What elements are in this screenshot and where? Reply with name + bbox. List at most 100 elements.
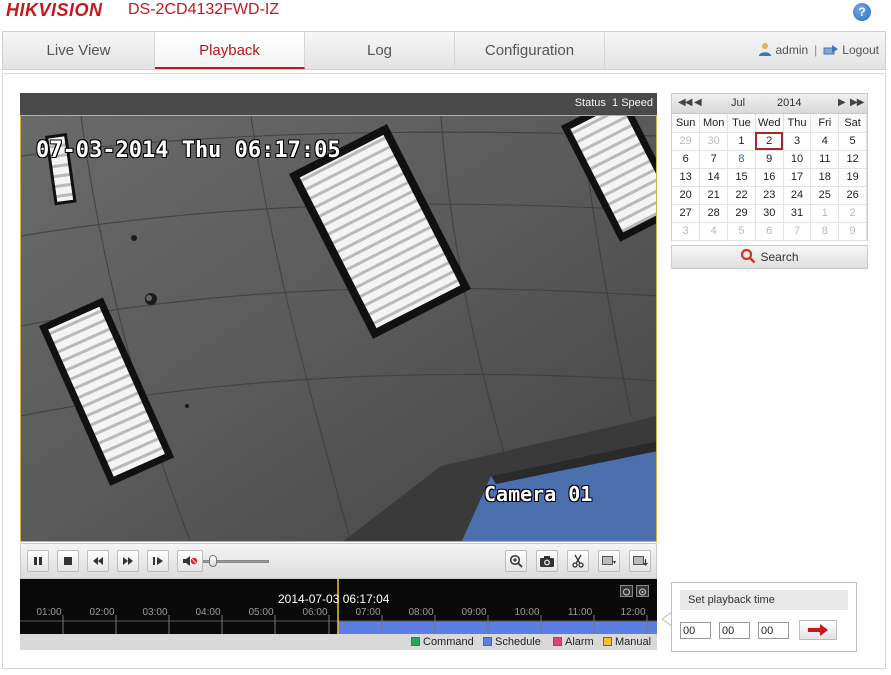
- calendar-day[interactable]: 3: [783, 132, 812, 151]
- calendar-weekdays: Sun Mon Tue Wed Thu Fri Sat: [672, 114, 867, 133]
- calendar-day[interactable]: 4: [810, 132, 840, 151]
- calendar-day[interactable]: 8: [727, 150, 756, 169]
- zoom-in-icon: [509, 554, 523, 568]
- timeline-current-time: 2014-07-03 06:17:04: [278, 592, 390, 606]
- calendar-day[interactable]: 5: [727, 222, 756, 241]
- calendar-day[interactable]: 14: [699, 168, 729, 187]
- calendar-day[interactable]: 29: [672, 132, 701, 151]
- legend-manual-label: Manual: [615, 636, 652, 648]
- calendar-day[interactable]: 2: [755, 132, 784, 151]
- capture-button[interactable]: [536, 550, 558, 572]
- calendar-day[interactable]: 30: [699, 132, 729, 151]
- calendar-day[interactable]: 2: [838, 204, 867, 223]
- calendar-day[interactable]: 23: [755, 186, 784, 205]
- calendar-day[interactable]: 13: [672, 168, 701, 187]
- logout-icon[interactable]: [823, 42, 839, 56]
- prev-month-button[interactable]: ◀: [694, 97, 702, 108]
- set-playback-time-panel: Set playback time: [671, 582, 857, 652]
- calendar-day[interactable]: 29: [727, 204, 756, 223]
- calendar-day[interactable]: 21: [699, 186, 729, 205]
- clip-button[interactable]: [567, 550, 589, 572]
- search-button[interactable]: Search: [671, 245, 868, 269]
- second-input[interactable]: [758, 622, 789, 639]
- calendar-day[interactable]: 9: [755, 150, 784, 169]
- tab-playback[interactable]: Playback: [155, 32, 305, 69]
- calendar-day[interactable]: 24: [783, 186, 812, 205]
- help-icon[interactable]: ?: [853, 3, 871, 21]
- calendar-day[interactable]: 20: [672, 186, 701, 205]
- calendar-grid: Sun Mon Tue Wed Thu Fri Sat 29 30 1 2 3 4 5 6 7 8 9 10 11 1…: [672, 114, 867, 241]
- speed-up-button[interactable]: [117, 550, 139, 572]
- calendar-week: 6 7 8 9 10 11 12: [672, 150, 867, 169]
- calendar-day[interactable]: 27: [672, 204, 701, 223]
- schedule-record-segment: [338, 621, 657, 634]
- calendar-day[interactable]: 17: [783, 168, 812, 187]
- legend-schedule-swatch: [483, 637, 492, 646]
- stop-button[interactable]: [57, 550, 79, 572]
- app-root: HIKVISION DS-2CD4132FWD-IZ ? Live View P…: [0, 0, 891, 675]
- calendar-day[interactable]: 4: [699, 222, 729, 241]
- timeline-hour-label: 02:00: [89, 607, 115, 618]
- slow-down-button[interactable]: [87, 550, 109, 572]
- timeline-zoom-out-button[interactable]: [620, 585, 633, 597]
- calendar-weekday: Sun: [672, 114, 701, 133]
- video-player[interactable]: [20, 115, 657, 542]
- calendar-day[interactable]: 28: [699, 204, 729, 223]
- calendar-day[interactable]: 1: [810, 204, 840, 223]
- username[interactable]: admin: [775, 43, 808, 57]
- timeline-bar[interactable]: 01:00 02:00 03:00 04:00 05:00 06:00 07:00 08:00…: [20, 579, 657, 634]
- go-to-time-button[interactable]: [799, 620, 837, 640]
- calendar-weekday: Fri: [810, 114, 840, 133]
- calendar-day[interactable]: 7: [783, 222, 812, 241]
- search-label: Search: [760, 250, 799, 264]
- calendar-day[interactable]: 26: [838, 186, 867, 205]
- volume-slider-handle[interactable]: [209, 555, 217, 567]
- calendar-day[interactable]: 3: [672, 222, 701, 241]
- logout-link[interactable]: Logout: [842, 43, 879, 57]
- calendar-day[interactable]: 22: [727, 186, 756, 205]
- calendar-day[interactable]: 18: [810, 168, 840, 187]
- pause-icon: [34, 557, 42, 565]
- timeline-zoom-in-button[interactable]: [636, 585, 649, 597]
- minute-input[interactable]: [719, 622, 750, 639]
- calendar-day[interactable]: 8: [810, 222, 840, 241]
- calendar-day[interactable]: 10: [783, 150, 812, 169]
- tab-live-view[interactable]: Live View: [3, 32, 155, 69]
- digital-zoom-button[interactable]: [505, 550, 527, 572]
- timeline-hour-label: 05:00: [248, 607, 274, 618]
- calendar-day[interactable]: 6: [755, 222, 784, 241]
- calendar-day[interactable]: 12: [838, 150, 867, 169]
- calendar-week: 29 30 1 2 3 4 5: [672, 132, 867, 151]
- hour-input[interactable]: [680, 622, 711, 639]
- calendar-day[interactable]: 31: [783, 204, 812, 223]
- next-year-button[interactable]: ▶▶: [850, 97, 864, 108]
- next-month-button[interactable]: ▶: [838, 97, 846, 108]
- tab-log[interactable]: Log: [305, 32, 455, 69]
- calendar-day[interactable]: 19: [838, 168, 867, 187]
- mute-button[interactable]: [177, 550, 203, 572]
- calendar-day[interactable]: 25: [810, 186, 840, 205]
- calendar-day[interactable]: 16: [755, 168, 784, 187]
- download-button[interactable]: [598, 550, 620, 572]
- calendar-day[interactable]: 15: [727, 168, 756, 187]
- download-by-time-button[interactable]: [629, 550, 651, 572]
- pause-button[interactable]: [27, 550, 49, 572]
- prev-year-button[interactable]: ◀◀: [678, 97, 692, 108]
- calendar-day[interactable]: 5: [838, 132, 867, 151]
- legend-schedule-label: Schedule: [495, 636, 541, 648]
- timeline-hour-label: 08:00: [408, 607, 434, 618]
- timeline-record-segments: [338, 621, 657, 634]
- calendar-day[interactable]: 9: [838, 222, 867, 241]
- timeline-hour-label: 03:00: [142, 607, 168, 618]
- calendar-day[interactable]: 7: [699, 150, 729, 169]
- calendar-week: 20 21 22 23 24 25 26: [672, 186, 867, 205]
- calendar-day[interactable]: 6: [672, 150, 701, 169]
- calendar-day[interactable]: 1: [727, 132, 756, 151]
- calendar-day[interactable]: 30: [755, 204, 784, 223]
- timeline-hour-label: 04:00: [195, 607, 221, 618]
- user-area: admin | Logout: [758, 32, 879, 69]
- calendar-day[interactable]: 11: [810, 150, 840, 169]
- single-frame-button[interactable]: [147, 550, 169, 572]
- stop-icon: [64, 557, 72, 565]
- tab-configuration[interactable]: Configuration: [455, 32, 605, 69]
